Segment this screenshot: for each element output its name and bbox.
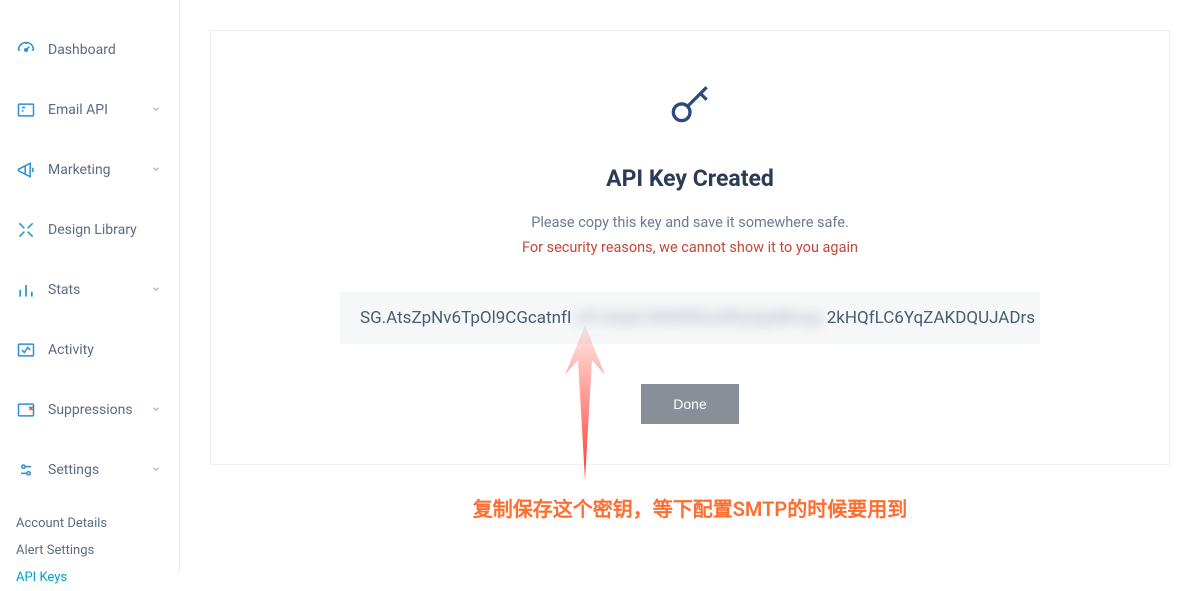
card-warning: For security reasons, we cannot show it … <box>251 239 1129 256</box>
sub-item-account-details[interactable]: Account Details <box>16 510 163 537</box>
nav-label: Settings <box>48 462 99 478</box>
sidebar-item-dashboard[interactable]: Dashboard <box>0 30 179 70</box>
annotation-text: 复制保存这个密钥，等下配置SMTP的时候要用到 <box>200 493 1180 522</box>
chevron-down-icon <box>151 102 161 118</box>
nav-label: Dashboard <box>48 42 116 58</box>
api-key-suffix: 2kHQfLC6YqZAKDQUJADrs <box>827 308 1035 328</box>
sub-item-alert-settings[interactable]: Alert Settings <box>16 537 163 564</box>
chevron-down-icon <box>151 282 161 298</box>
stats-icon <box>16 280 36 300</box>
sidebar-item-design-library[interactable]: Design Library <box>0 210 179 250</box>
sidebar-item-marketing[interactable]: Marketing <box>0 150 179 190</box>
sidebar-item-suppressions[interactable]: Suppressions <box>0 390 179 430</box>
sidebar-item-settings[interactable]: Settings <box>0 450 179 490</box>
sidebar-item-stats[interactable]: Stats <box>0 270 179 310</box>
settings-subitems: Account Details Alert Settings API Keys <box>0 510 179 591</box>
api-key-created-card: API Key Created Please copy this key and… <box>210 30 1170 465</box>
nav-label: Email API <box>48 102 108 118</box>
sub-item-api-keys[interactable]: API Keys <box>16 564 163 591</box>
sidebar: Dashboard Email API Marketing Design Lib… <box>0 0 180 572</box>
nav-label: Marketing <box>48 162 111 178</box>
done-button[interactable]: Done <box>641 384 738 424</box>
card-title: API Key Created <box>251 165 1129 192</box>
nav-label: Design Library <box>48 222 137 238</box>
megaphone-icon <box>16 160 36 180</box>
nav-label: Activity <box>48 342 94 358</box>
sidebar-item-activity[interactable]: Activity <box>0 330 179 370</box>
api-key-blurred: xPvSabC0lk89DstRtyQpMnop <box>576 308 823 328</box>
email-api-icon <box>16 100 36 120</box>
key-icon <box>665 81 715 135</box>
chevron-down-icon <box>151 402 161 418</box>
nav-label: Suppressions <box>48 402 133 418</box>
api-key-prefix: SG.AtsZpNv6TpOl9CGcatnfI <box>360 308 572 328</box>
suppressions-icon <box>16 400 36 420</box>
chevron-down-icon <box>151 462 161 478</box>
card-subtitle: Please copy this key and save it somewhe… <box>251 214 1129 231</box>
design-icon <box>16 220 36 240</box>
chevron-down-icon <box>151 162 161 178</box>
api-key-value[interactable]: SG.AtsZpNv6TpOl9CGcatnfIxPvSabC0lk89DstR… <box>340 292 1040 344</box>
dashboard-icon <box>16 40 36 60</box>
sidebar-item-email-api[interactable]: Email API <box>0 90 179 130</box>
activity-icon <box>16 340 36 360</box>
nav-label: Stats <box>48 282 80 298</box>
main-content: API Key Created Please copy this key and… <box>180 0 1200 552</box>
settings-icon <box>16 460 36 480</box>
